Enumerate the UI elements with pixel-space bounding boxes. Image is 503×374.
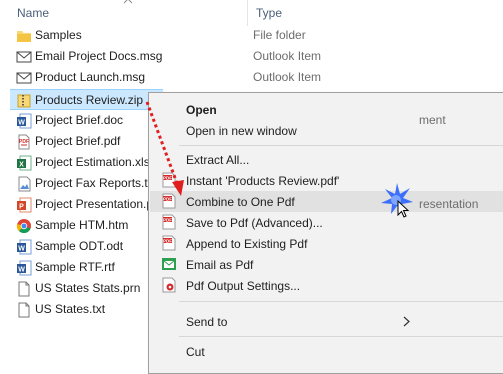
blue-spark-icon (381, 183, 413, 214)
annotation-overlay (145, 101, 413, 218)
red-dotted-arrow-icon (145, 101, 184, 196)
